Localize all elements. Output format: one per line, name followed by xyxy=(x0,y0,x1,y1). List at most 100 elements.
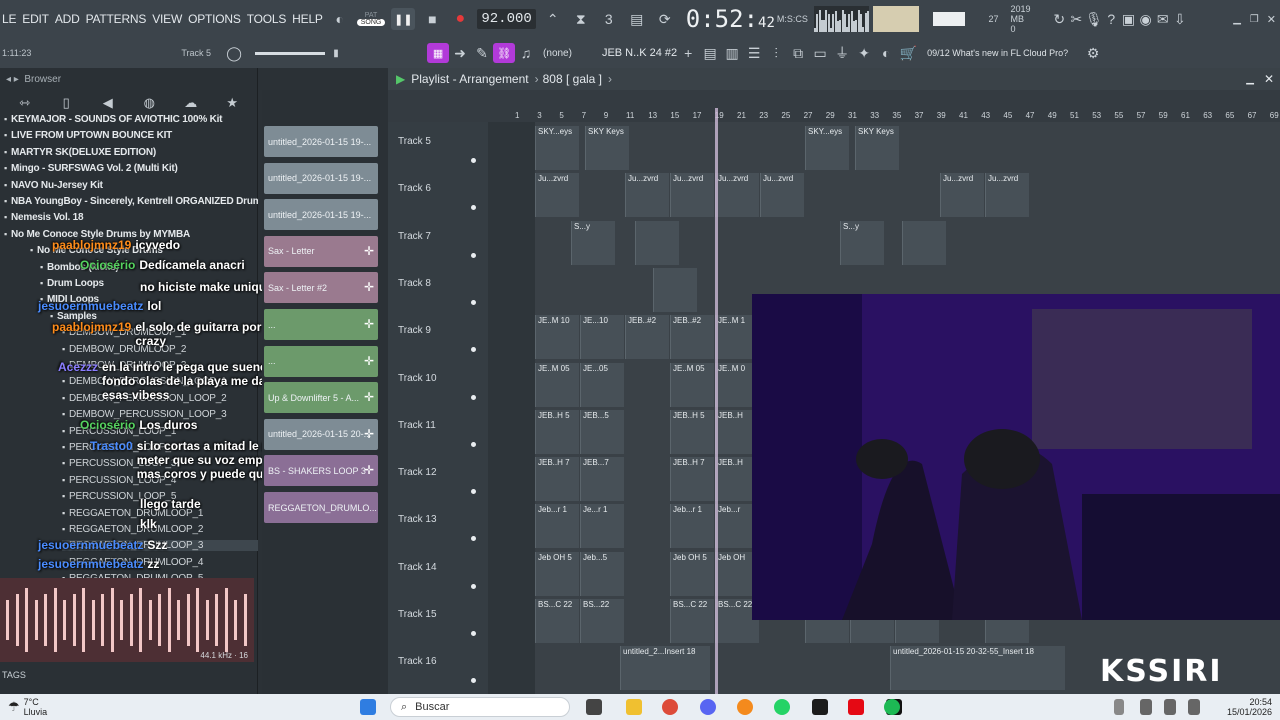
track-mute-icon[interactable] xyxy=(471,678,476,684)
menu-item-add[interactable]: ADD xyxy=(55,12,80,26)
step-edit-icon[interactable]: ▤ xyxy=(626,8,648,30)
track-name[interactable]: Track 6 xyxy=(398,183,431,194)
restore-icon[interactable]: ❐ xyxy=(1246,8,1263,30)
browser-item[interactable]: NAVO Nu-Jersey Kit xyxy=(4,180,103,191)
snap-none-label[interactable]: (none) xyxy=(543,48,572,59)
channel-expand-icon[interactable]: ✛ xyxy=(364,427,374,441)
chat-icon[interactable]: ✉ xyxy=(1154,8,1171,30)
playhead[interactable] xyxy=(715,108,718,694)
browser-cloud-icon[interactable]: ☁ xyxy=(170,95,212,111)
browser-tree-icon[interactable]: ⇿ xyxy=(4,95,46,111)
track-name[interactable]: Track 11 xyxy=(398,420,436,431)
pattern-clip[interactable] xyxy=(653,267,697,312)
browser-favorite-icon[interactable]: ★ xyxy=(212,95,254,111)
sample-preview-waveform[interactable]: 44.1 kHz · 16 xyxy=(0,578,254,662)
pattern-clip[interactable]: JEB..#2 xyxy=(625,315,669,360)
spotify-icon[interactable] xyxy=(884,699,900,715)
track-mute-icon[interactable] xyxy=(471,394,476,400)
volume-icon[interactable] xyxy=(1164,699,1176,715)
master-volume-knob[interactable]: ◯ xyxy=(223,42,245,64)
channel-button[interactable]: untitled_2026-01-15 19-... xyxy=(264,126,378,157)
pattern-clip[interactable]: JEB...7 xyxy=(580,457,624,502)
menu-item-le[interactable]: LE xyxy=(2,12,16,26)
channel-expand-icon[interactable]: ✛ xyxy=(364,317,374,331)
pattern-clip[interactable]: JEB..H 7 xyxy=(535,457,579,502)
taskbar-search[interactable]: ⌕ Buscar xyxy=(390,697,570,717)
pattern-clip[interactable]: Ju...zvrd xyxy=(760,173,804,218)
menu-item-patterns[interactable]: PATTERNS xyxy=(86,12,147,26)
minimize-icon[interactable]: ▁ xyxy=(1229,8,1246,30)
channel-expand-icon[interactable]: ✛ xyxy=(364,390,374,404)
tools-icon[interactable]: ✦ xyxy=(853,42,875,64)
pattern-clip[interactable]: S...y xyxy=(840,220,884,265)
track-name[interactable]: Track 12 xyxy=(398,467,437,478)
midi-icon[interactable]: ◐ xyxy=(875,42,897,64)
news-panel[interactable]: 09/12 What's new in FL Cloud Pro? xyxy=(927,48,1068,59)
pattern-clip[interactable] xyxy=(902,220,946,265)
download-icon[interactable]: ⇩ xyxy=(1171,8,1188,30)
channel-button[interactable]: untitled_2026-01-15 19-... xyxy=(264,162,378,194)
channel-button[interactable]: REGGAETON_DRUMLO... xyxy=(264,492,378,523)
track-mute-icon[interactable] xyxy=(471,536,476,542)
master-pitch-slider[interactable] xyxy=(255,51,326,55)
pattern-clip[interactable]: JE..M 05 xyxy=(670,362,714,407)
pattern-clip[interactable]: BS...C 22 xyxy=(670,599,714,643)
pattern-clip[interactable]: Ju...zvrd xyxy=(625,173,669,218)
record-button[interactable]: ● xyxy=(449,8,471,30)
track-name[interactable]: Track 9 xyxy=(398,325,431,336)
channel-button[interactable]: Sax - Letter ✛ xyxy=(264,235,378,267)
save-icon[interactable]: ▣ xyxy=(1120,8,1137,30)
wifi-icon[interactable] xyxy=(1140,699,1152,715)
track-mute-icon[interactable] xyxy=(471,158,476,163)
pattern-clip[interactable]: BS...C 22 xyxy=(535,599,579,643)
whatsapp-icon[interactable] xyxy=(774,699,790,715)
track-name[interactable]: Track 16 xyxy=(398,656,437,667)
pattern-song-toggle-icon[interactable]: ◐ xyxy=(329,8,351,30)
menu-item-tools[interactable]: TOOLS xyxy=(247,12,287,26)
pattern-song-switch[interactable]: PAT SONG xyxy=(356,12,386,26)
channel-button[interactable]: untitled_2026-01-15 19-... xyxy=(264,199,378,231)
scissors-icon[interactable]: ✂ xyxy=(1068,8,1085,30)
slider-handle-icon[interactable]: ▮ xyxy=(325,42,347,64)
mixer-icon[interactable]: ⫶ xyxy=(765,42,787,64)
channel-button[interactable]: ... ✛ xyxy=(264,345,378,377)
track-mute-icon[interactable] xyxy=(471,252,476,258)
pattern-clip[interactable]: BS...22 xyxy=(580,599,624,643)
channel-rack-icon[interactable]: ▤ xyxy=(699,42,721,64)
user-icon[interactable]: ◉ xyxy=(1137,8,1154,30)
menu-item-view[interactable]: VIEW xyxy=(152,12,182,26)
pattern-clip[interactable]: JE..M 10 xyxy=(535,315,579,360)
discord-icon[interactable] xyxy=(700,699,716,715)
pattern-clip[interactable]: untitled_2...Insert 18 xyxy=(620,646,710,691)
pattern-clip[interactable]: SKY Keys xyxy=(585,126,629,170)
pattern-clip[interactable]: Ju...zvrd xyxy=(715,173,759,218)
cart-icon[interactable]: 🛒 xyxy=(897,42,919,64)
pattern-clip[interactable]: JEB..H 5 xyxy=(535,409,579,454)
play-arrow-icon[interactable]: ▶ xyxy=(396,72,405,86)
menu-item-options[interactable]: OPTIONS xyxy=(188,12,241,26)
track-name[interactable]: Track 8 xyxy=(398,278,431,289)
track-mute-icon[interactable] xyxy=(471,347,476,353)
app-icon[interactable] xyxy=(812,699,828,715)
browser-item[interactable]: MARTYR SK(DELUXE EDITION) xyxy=(4,147,156,158)
playlist-icon[interactable]: ☰ xyxy=(743,42,765,64)
countdown-icon[interactable]: 3 xyxy=(598,8,620,30)
timeline-ruler[interactable]: 1 3 5 7 9 11 13 15 17 19 21 23 25 27 29 31 33 35 37 39 41 43 4… xyxy=(388,90,1280,122)
browser-item[interactable]: KEYMAJOR - SOUNDS OF AVIOTHIC 100% Kit xyxy=(4,114,223,125)
pattern-clip[interactable] xyxy=(635,220,679,265)
track-name[interactable]: Track 7 xyxy=(398,231,431,242)
stamp-icon[interactable]: ♫ xyxy=(515,42,537,64)
pattern-clip[interactable]: SKY...eys xyxy=(535,126,579,170)
browser-speaker-icon[interactable]: ◀ xyxy=(87,95,129,111)
browser-item[interactable]: LIVE FROM UPTOWN BOUNCE KIT xyxy=(4,130,172,141)
refresh-icon[interactable]: ↻ xyxy=(1051,8,1068,30)
channel-button[interactable]: ... ✛ xyxy=(264,309,378,340)
browser-item[interactable]: REGGAETON_DRUMLOOP_2 xyxy=(62,524,203,535)
browser-item[interactable]: Nemesis Vol. 18 xyxy=(4,212,84,223)
start-icon[interactable] xyxy=(360,699,376,715)
pattern-clip[interactable]: JE...05 xyxy=(580,362,624,407)
browser-files-icon[interactable]: ▯ xyxy=(46,95,88,111)
pattern-clip[interactable]: Je...r 1 xyxy=(580,504,624,549)
pattern-clip[interactable]: Ju...zvrd xyxy=(940,173,984,218)
channel-expand-icon[interactable]: ✛ xyxy=(364,463,374,477)
